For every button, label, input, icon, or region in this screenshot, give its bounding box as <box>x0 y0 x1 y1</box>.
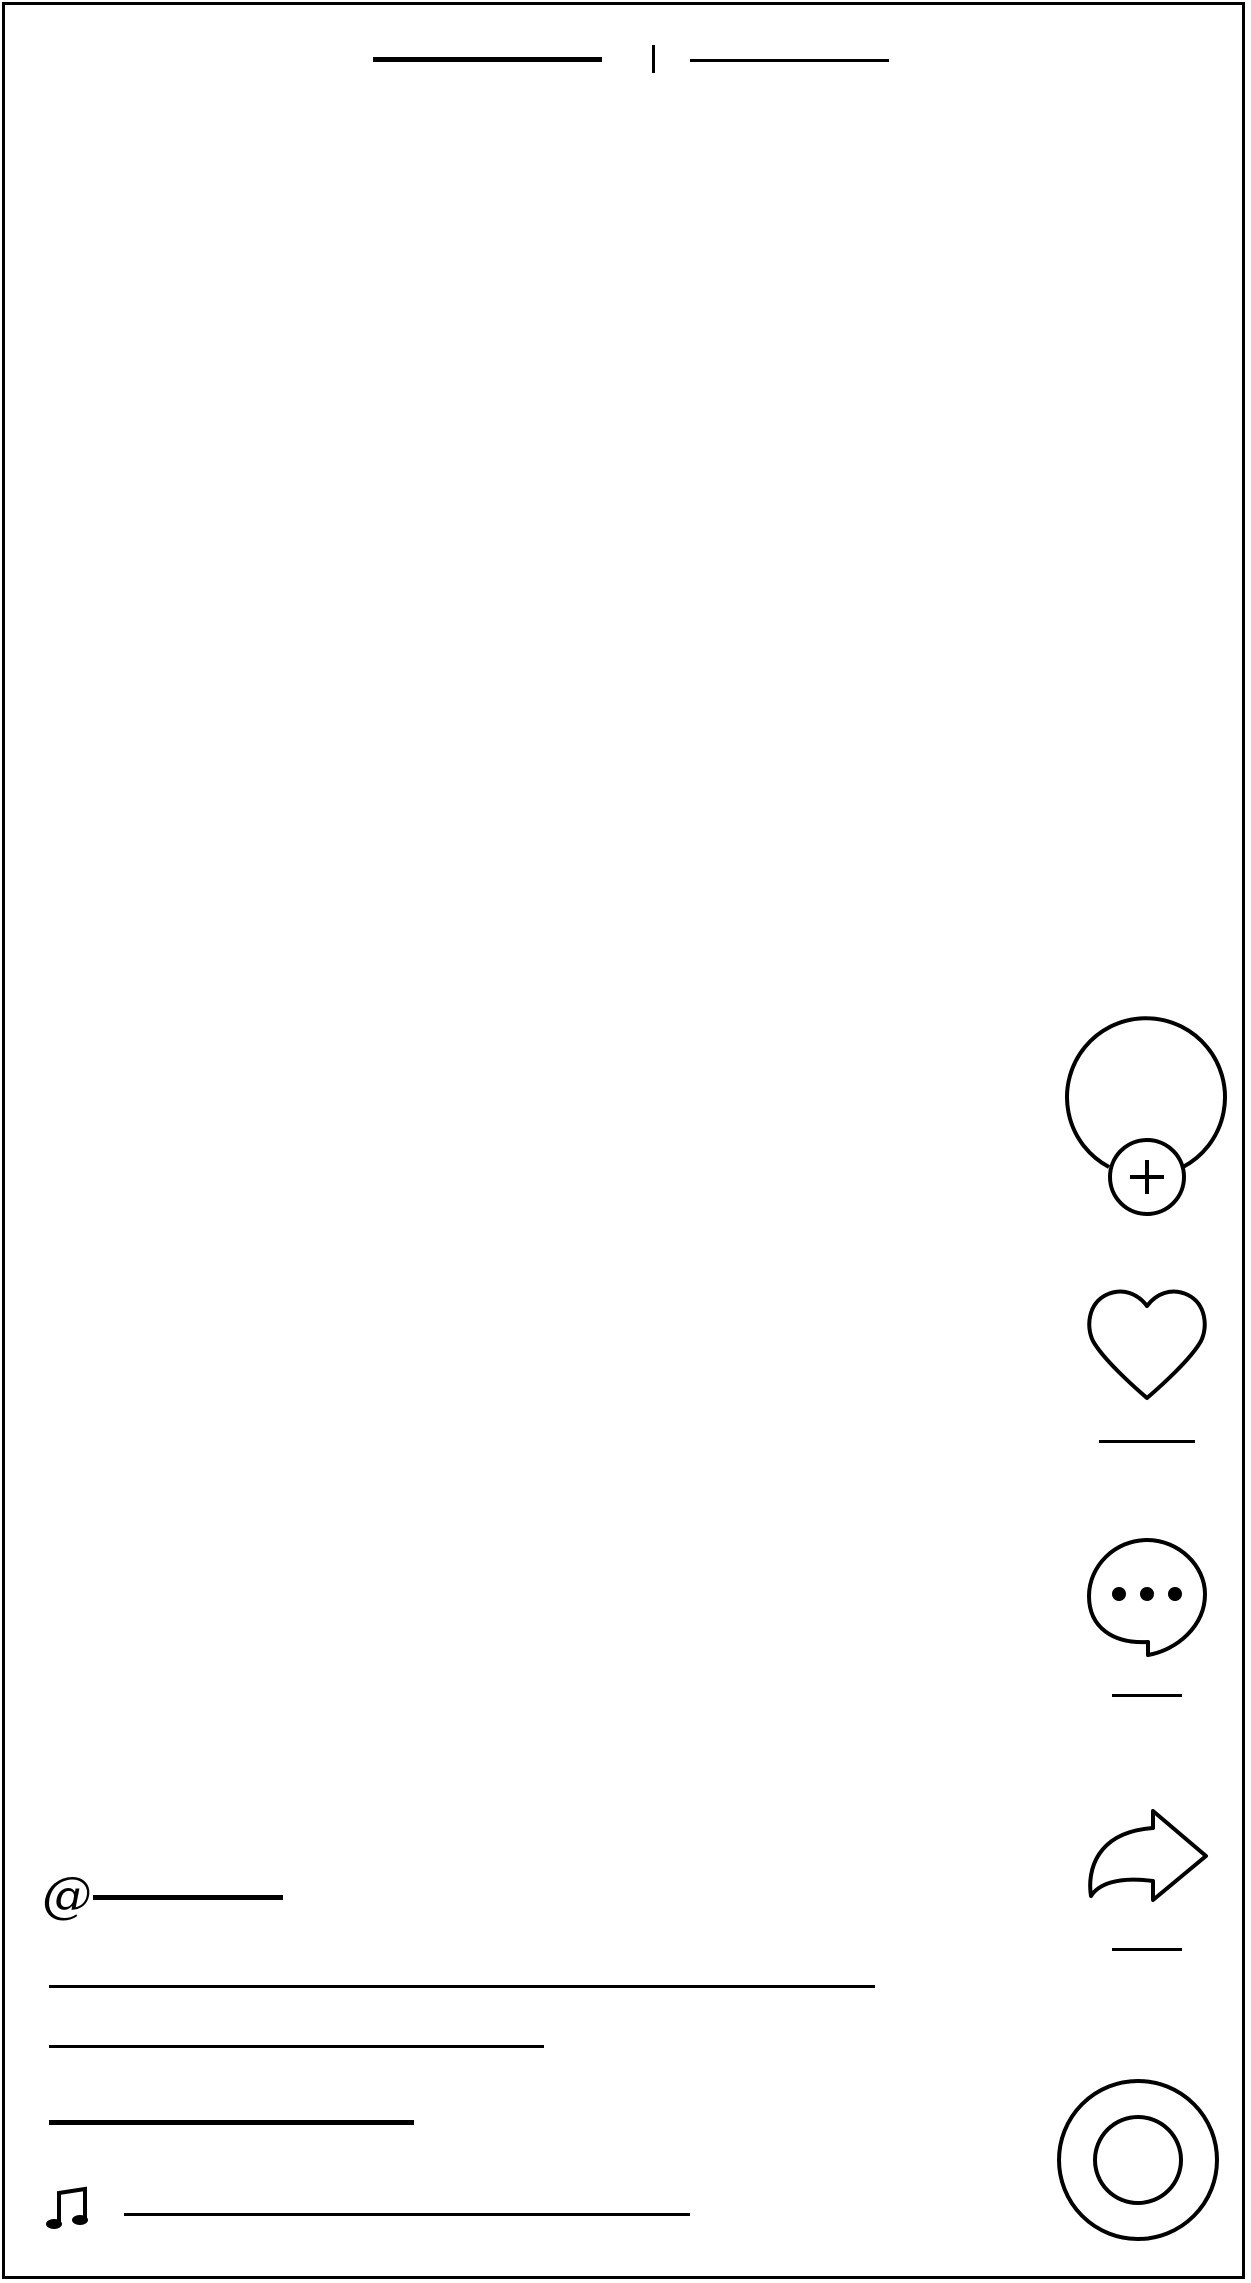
music-disc-icon <box>1057 2079 1219 2241</box>
username-link[interactable] <box>93 1895 283 1900</box>
tab-separator <box>652 45 655 73</box>
hashtags[interactable] <box>49 2120 414 2125</box>
comment-button[interactable] <box>1086 1536 1208 1698</box>
follow-button[interactable] <box>1108 1138 1186 1216</box>
music-track-name <box>124 2213 690 2216</box>
tab-following[interactable] <box>373 57 602 62</box>
heart-icon <box>1087 1289 1207 1400</box>
tab-for-you[interactable] <box>690 59 889 62</box>
share-arrow-icon <box>1088 1809 1208 1902</box>
music-note-icon <box>46 2186 90 2231</box>
comment-bubble-icon <box>1087 1538 1207 1657</box>
like-button[interactable] <box>1086 1285 1208 1445</box>
phone-frame <box>2 2 1245 2279</box>
share-count <box>1112 1948 1182 1951</box>
like-count <box>1099 1440 1195 1443</box>
caption-line-2 <box>49 2045 544 2048</box>
music-disc[interactable] <box>1056 2077 1220 2243</box>
comment-count <box>1112 1694 1182 1697</box>
creator-avatar[interactable] <box>1065 1015 1227 1220</box>
at-symbol: @ <box>42 1866 92 1924</box>
caption-line-1 <box>49 1985 875 1988</box>
plus-icon <box>1108 1138 1186 1216</box>
share-button[interactable] <box>1086 1808 1208 1952</box>
